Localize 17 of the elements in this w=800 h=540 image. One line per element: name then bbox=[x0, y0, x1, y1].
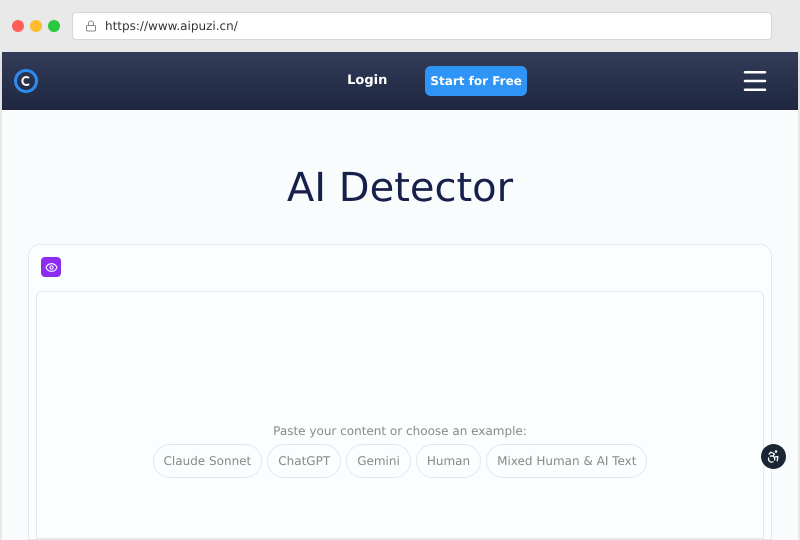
lock-icon bbox=[85, 20, 97, 32]
start-free-button[interactable]: Start for Free bbox=[425, 66, 527, 96]
logo-icon[interactable] bbox=[14, 69, 38, 93]
example-chip[interactable]: Gemini bbox=[346, 444, 411, 478]
eye-button[interactable] bbox=[41, 257, 61, 277]
wheelchair-icon bbox=[766, 449, 781, 464]
example-prompt: Paste your content or choose an example: bbox=[273, 423, 527, 440]
text-input-area[interactable]: Paste your content or choose an example: Claude Sonnet ChatGPT Gemini Human Mixed Human & AI Text bbox=[36, 291, 764, 539]
example-chip[interactable]: Claude Sonnet bbox=[152, 444, 262, 478]
page-title: AI Detector bbox=[286, 164, 514, 213]
example-chip[interactable]: Human bbox=[416, 444, 482, 478]
example-chip[interactable]: ChatGPT bbox=[267, 444, 342, 478]
example-chip[interactable]: Mixed Human & AI Text bbox=[486, 444, 648, 478]
address-bar[interactable]: https://www.aipuzi.cn/ bbox=[72, 12, 772, 40]
url-text: https://www.aipuzi.cn/ bbox=[105, 18, 238, 35]
login-link[interactable]: Login bbox=[347, 71, 388, 91]
eye-icon bbox=[44, 260, 58, 274]
